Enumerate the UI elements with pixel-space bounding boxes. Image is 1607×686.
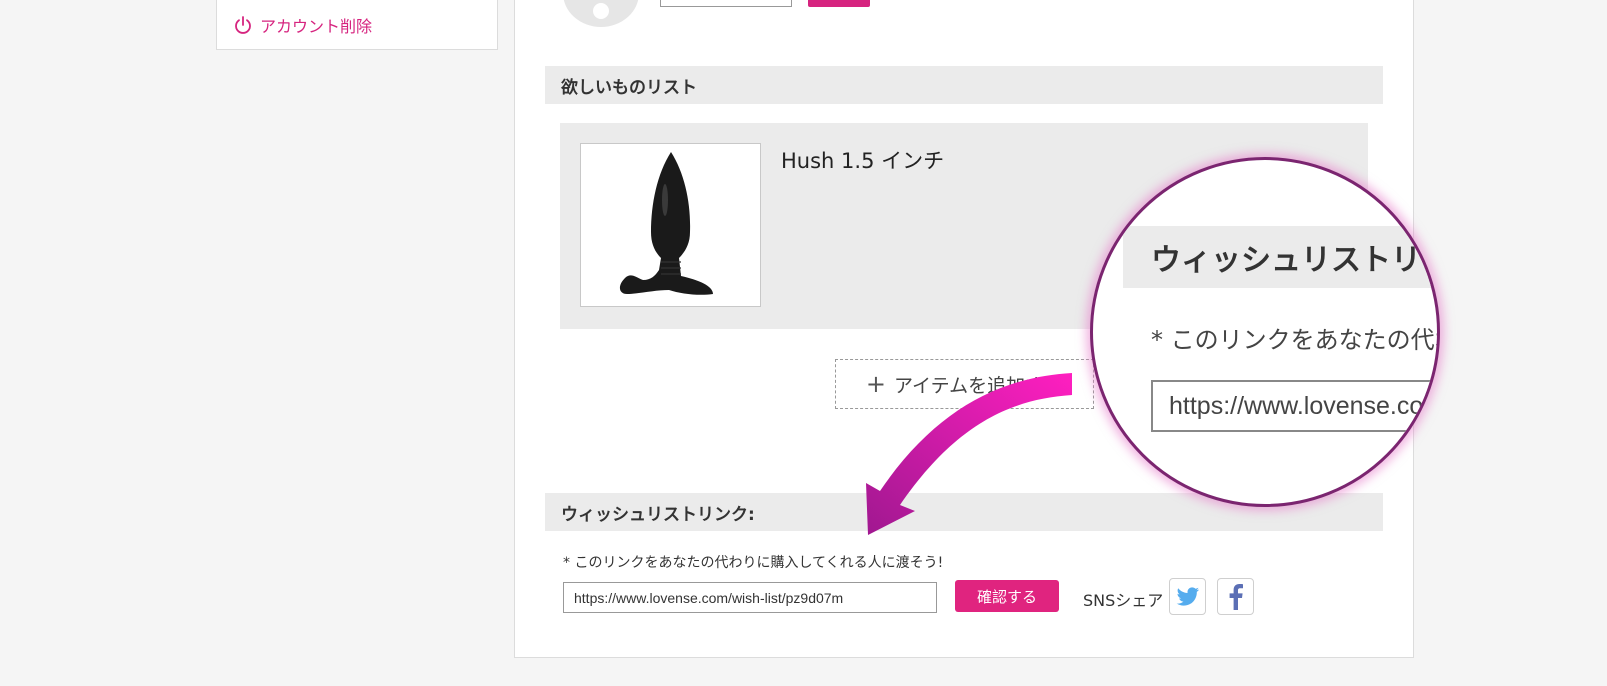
zoom-magnifier: ウィッシュリストリン * このリンクをあなたの代わ: [1090, 157, 1440, 507]
facebook-icon: [1229, 583, 1243, 610]
twitter-share-button[interactable]: [1169, 578, 1206, 615]
hush-plug-icon: [619, 152, 713, 295]
sidebar-item-delete-account[interactable]: アカウント削除: [233, 13, 372, 37]
wishlist-header-text: 欲しいものリスト: [561, 77, 697, 98]
power-icon: [235, 16, 251, 34]
profile-input-partial[interactable]: [660, 0, 792, 7]
wishlist-link-note: * このリンクをあなたの代わりに購入してくれる人に渡そう!: [563, 555, 944, 571]
magnified-note: * このリンクをあなたの代わ: [1151, 326, 1440, 354]
facebook-share-button[interactable]: [1217, 578, 1254, 615]
sns-share-label: SNSシェア: [1083, 591, 1164, 610]
account-sidebar: アカウント削除: [216, 0, 498, 50]
curved-arrow-icon: [866, 373, 1072, 535]
profile-button-partial[interactable]: [808, 0, 870, 7]
wishlist-header: 欲しいものリスト: [545, 66, 1383, 104]
confirm-button[interactable]: 確認する: [955, 580, 1059, 612]
wishlist-link-input[interactable]: [563, 582, 937, 613]
wishlist-link-header-text: ウィッシュリストリンク:: [561, 504, 755, 525]
product-image[interactable]: [580, 143, 761, 307]
twitter-icon: [1176, 586, 1199, 606]
magnified-link-input: [1151, 380, 1437, 432]
sidebar-item-label: アカウント削除: [260, 17, 373, 36]
avatar: [563, 0, 639, 27]
magnified-header: ウィッシュリストリン: [1123, 226, 1437, 288]
product-title: Hush 1.5 インチ: [781, 149, 945, 173]
